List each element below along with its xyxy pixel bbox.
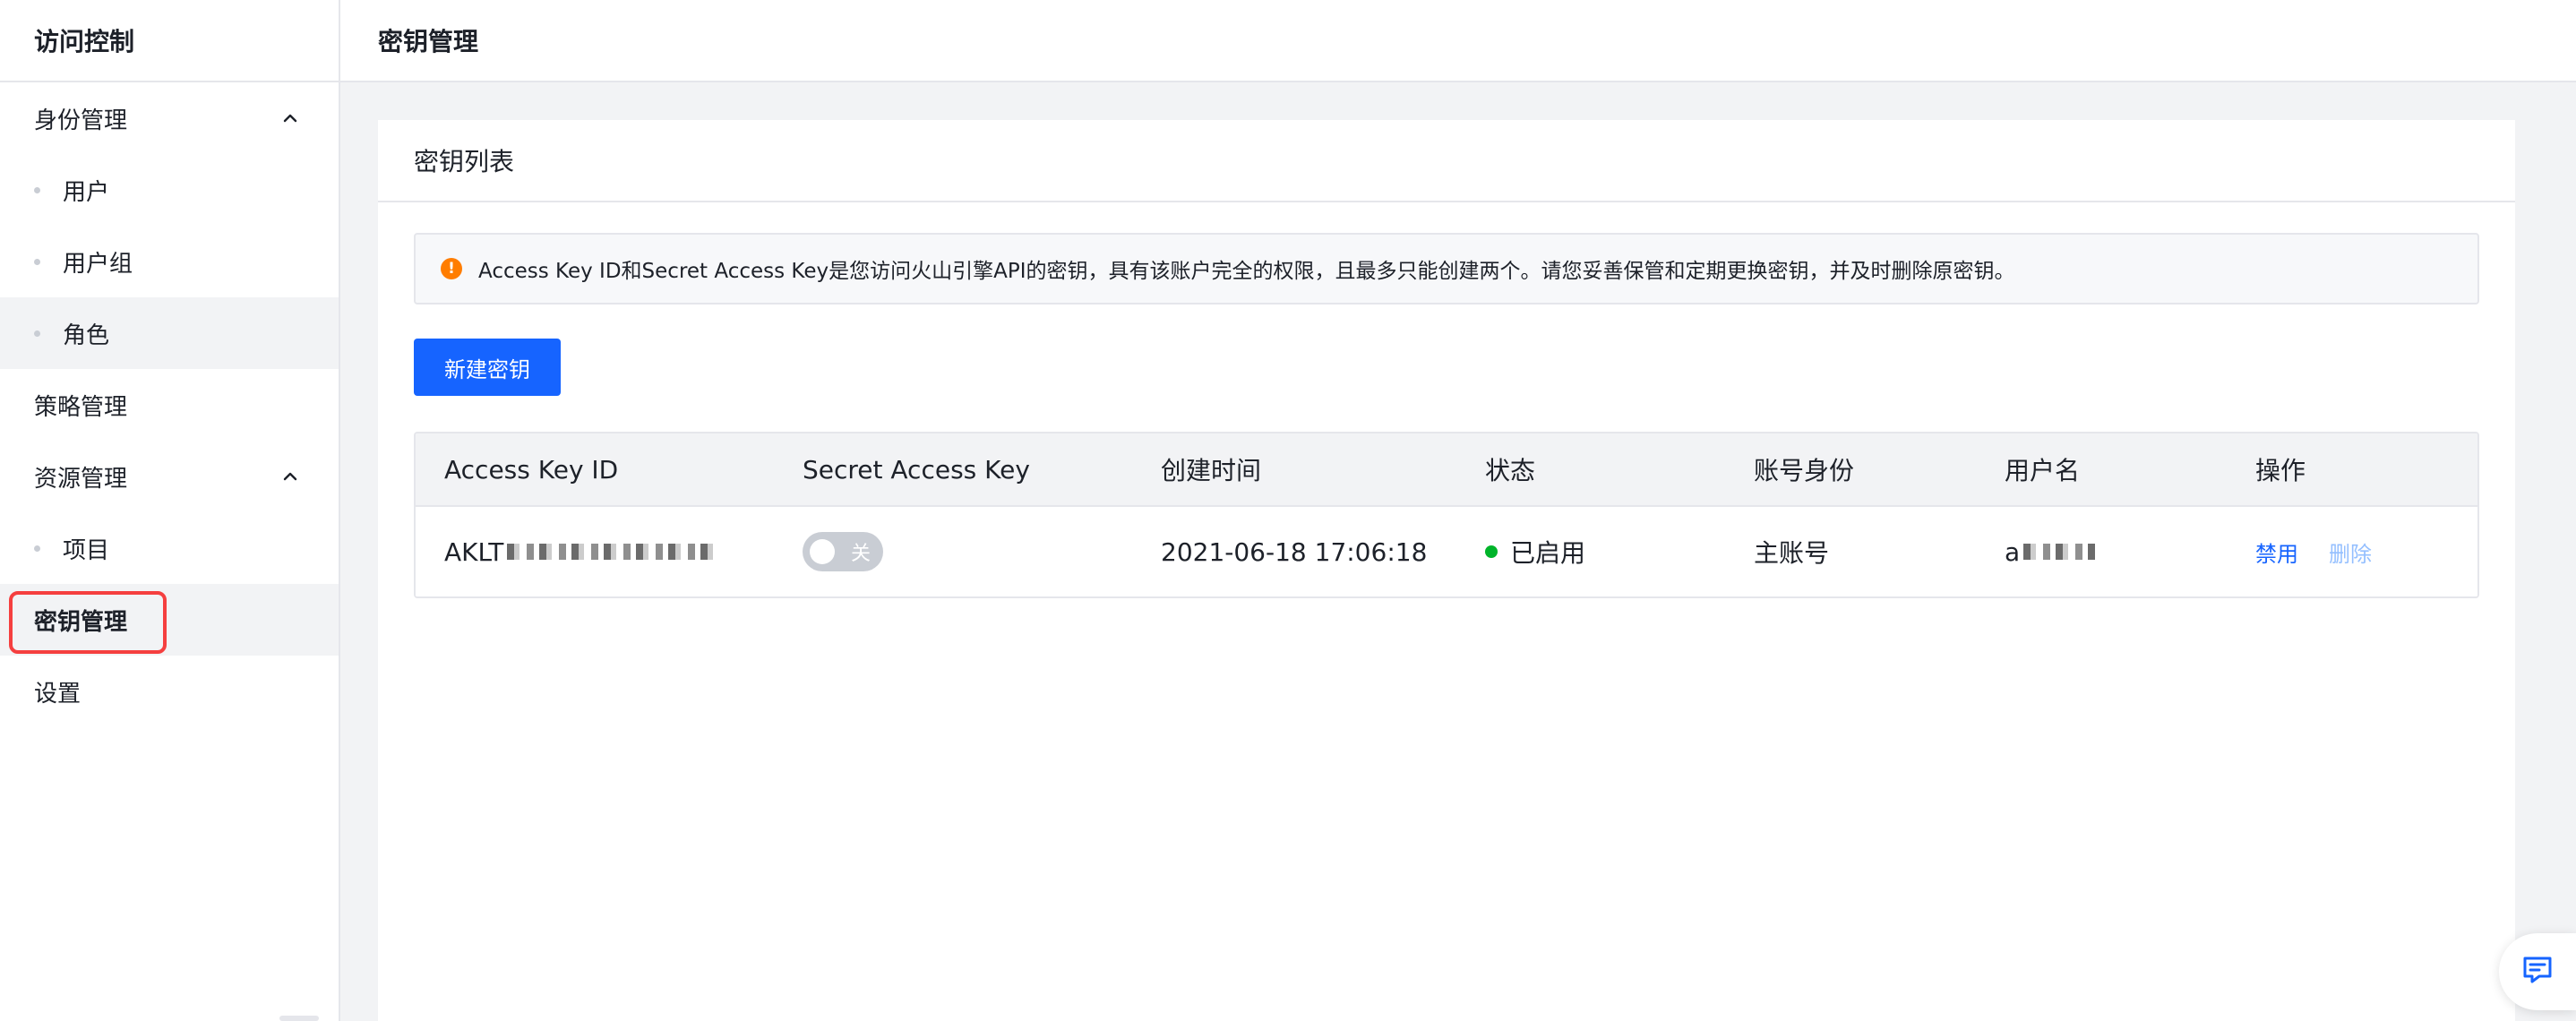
toggle-knob xyxy=(810,539,835,564)
column-header: Secret Access Key xyxy=(803,454,1030,485)
sidebar-scrollbar[interactable] xyxy=(279,1016,319,1021)
sidebar-item-projects[interactable]: 项目 xyxy=(0,512,339,584)
chat-icon xyxy=(2521,955,2554,989)
username-prefix: a xyxy=(2005,536,2021,567)
sidebar-item-label: 资源管理 xyxy=(34,465,128,493)
status-cell: 已启用 xyxy=(1485,507,1585,596)
masked-access-key xyxy=(507,544,714,560)
bullet-dot xyxy=(34,187,40,193)
page-title: 密钥管理 xyxy=(378,27,479,56)
column-header: 创建时间 xyxy=(1161,456,1262,485)
bullet-dot xyxy=(34,545,40,552)
sidebar-item-label: 策略管理 xyxy=(34,393,128,421)
column-header: 状态 xyxy=(1485,456,1536,485)
table-row: AKLT 关 2021-06-18 17:06:18 已启用 主账号 a 禁用 xyxy=(416,507,2477,596)
feedback-button[interactable] xyxy=(2499,933,2576,1010)
identity-cell: 主账号 xyxy=(1754,538,1830,568)
sidebar-item-label: 角色 xyxy=(63,322,110,349)
access-key-id-cell: AKLT xyxy=(444,507,714,596)
sidebar-item-label: 用户 xyxy=(63,178,110,206)
secret-key-cell: 关 xyxy=(803,507,883,596)
sidebar-item-label: 用户组 xyxy=(63,250,133,278)
create-key-button[interactable]: 新建密钥 xyxy=(414,339,561,396)
sidebar-item-roles[interactable]: 角色 xyxy=(0,297,339,369)
info-alert: ! Access Key ID和Secret Access Key是您访问火山引… xyxy=(414,233,2479,305)
key-list-card: 密钥列表 ! Access Key ID和Secret Access Key是您… xyxy=(378,120,2515,1021)
column-header: 用户名 xyxy=(2005,456,2081,485)
masked-username xyxy=(2023,544,2096,560)
column-header: 操作 xyxy=(2255,456,2306,485)
page-header: 密钥管理 xyxy=(340,0,2576,82)
alert-text: Access Key ID和Secret Access Key是您访问火山引擎A… xyxy=(478,260,2015,283)
sidebar-group-identity[interactable]: 身份管理 xyxy=(0,82,339,154)
sidebar-item-user-groups[interactable]: 用户组 xyxy=(0,226,339,297)
status-enabled-icon xyxy=(1485,545,1498,558)
toggle-label: 关 xyxy=(850,543,871,565)
access-key-prefix: AKLT xyxy=(444,536,504,567)
username-cell: a xyxy=(2005,507,2096,596)
sidebar-item-label: 项目 xyxy=(63,536,110,564)
status-text: 已启用 xyxy=(1510,538,1586,568)
column-header: 账号身份 xyxy=(1754,456,1855,485)
sidebar-title: 访问控制 xyxy=(0,0,339,82)
chevron-up-icon[interactable] xyxy=(279,107,301,129)
sidebar-item-key-management[interactable]: 密钥管理 xyxy=(0,584,339,656)
show-secret-toggle[interactable]: 关 xyxy=(803,532,883,571)
sidebar-item-settings[interactable]: 设置 xyxy=(0,656,339,727)
sidebar-item-label: 设置 xyxy=(34,680,82,708)
sidebar-group-resources[interactable]: 资源管理 xyxy=(0,441,339,512)
delete-link[interactable]: 删除 xyxy=(2329,536,2372,568)
sidebar: 访问控制 身份管理 用户 用户组 角色 策略管理 资源管理 项目 密钥管理 设置 xyxy=(0,0,340,1021)
table-header: Access Key ID Secret Access Key 创建时间 状态 … xyxy=(416,433,2477,507)
card-title: 密钥列表 xyxy=(378,120,2515,202)
actions-cell: 禁用 删除 xyxy=(2255,507,2402,596)
sidebar-item-policies[interactable]: 策略管理 xyxy=(0,369,339,441)
bullet-dot xyxy=(34,259,40,265)
sidebar-item-users[interactable]: 用户 xyxy=(0,154,339,226)
sidebar-item-label: 身份管理 xyxy=(34,107,128,134)
created-time-cell: 2021-06-18 17:06:18 xyxy=(1161,536,1428,567)
keys-table: Access Key ID Secret Access Key 创建时间 状态 … xyxy=(414,432,2479,598)
column-header: Access Key ID xyxy=(444,454,619,485)
bullet-dot xyxy=(34,330,40,337)
sidebar-item-label: 密钥管理 xyxy=(34,608,128,636)
chevron-up-icon[interactable] xyxy=(279,466,301,487)
disable-link[interactable]: 禁用 xyxy=(2255,536,2298,568)
warning-icon: ! xyxy=(441,258,462,279)
